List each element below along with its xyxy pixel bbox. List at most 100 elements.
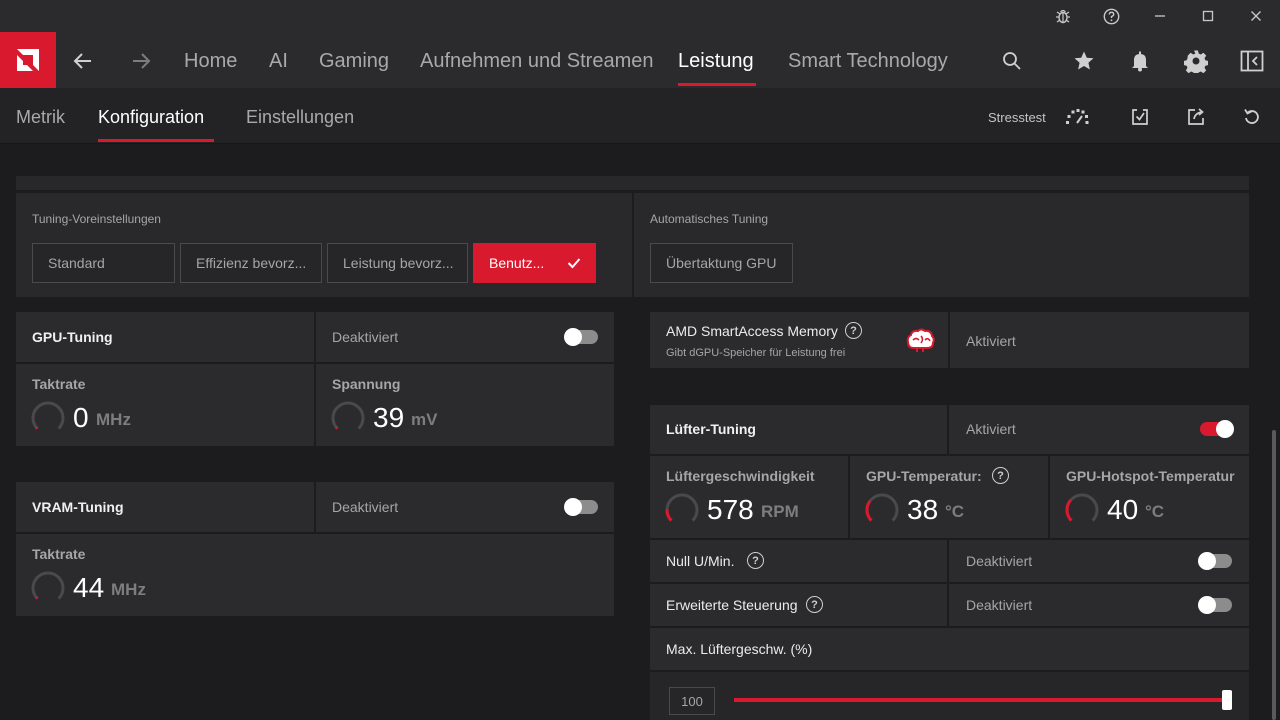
gpu-temp-unit: °C (945, 502, 965, 521)
vram-clock-unit: MHz (111, 580, 146, 599)
gpu-tuning-status: Deaktiviert (332, 329, 399, 345)
title-bar (0, 0, 1280, 32)
back-arrow-icon[interactable] (68, 46, 98, 76)
stresstest-label[interactable]: Stresstest (988, 110, 1046, 125)
export-profile-icon[interactable] (1181, 102, 1211, 132)
gauge-track (865, 493, 899, 522)
notifications-bell-icon[interactable] (1125, 46, 1155, 76)
advanced-control-help-icon[interactable]: ? (806, 596, 823, 613)
max-fan-speed-slider-thumb[interactable] (1222, 690, 1232, 710)
gauge-fill (335, 426, 339, 430)
gauge-track (331, 401, 365, 430)
preset-custom-label: Benutz... (489, 255, 545, 271)
gauge-track (31, 401, 65, 430)
gpu-voltage-value: 39 (373, 402, 405, 433)
stresstest-gauge-icon[interactable] (1062, 102, 1092, 132)
hotspot-temp-value: 40 (1107, 494, 1139, 525)
gauge-fill (1065, 499, 1073, 522)
collapsed-panel-edge (16, 176, 1249, 190)
gauge-track (31, 571, 65, 600)
gauge-fill (35, 596, 39, 600)
tab-performance[interactable]: Leistung (678, 50, 754, 73)
gpu-clock-value: 0 (73, 402, 89, 433)
gauge-fill (35, 426, 39, 430)
gauge-track (665, 493, 699, 522)
hotspot-temp-label: GPU-Hotspot-Temperatur (1066, 468, 1235, 484)
content-scrollbar[interactable] (1272, 430, 1276, 720)
preset-custom-button[interactable]: Benutz... (473, 243, 596, 283)
subtab-configuration[interactable]: Konfiguration (98, 107, 204, 128)
gauge-track (1065, 493, 1099, 522)
search-icon[interactable] (997, 46, 1027, 76)
gpu-voltage-gauge (331, 401, 365, 430)
check-icon (567, 256, 581, 273)
active-subtab-indicator (98, 139, 214, 142)
settings-gear-icon[interactable] (1181, 46, 1211, 76)
zero-rpm-status: Deaktiviert (966, 553, 1033, 569)
close-icon[interactable] (1242, 4, 1270, 28)
preset-performance-button[interactable]: Leistung bevorz... (327, 243, 468, 283)
sam-subtitle: Gibt dGPU-Speicher für Leistung frei (666, 347, 846, 359)
sidebar-panel-icon[interactable] (1237, 46, 1267, 76)
tab-ai[interactable]: AI (269, 50, 288, 73)
gpu-clock-gauge (31, 401, 65, 430)
sam-help-icon[interactable]: ? (845, 322, 862, 339)
brain-icon (906, 328, 936, 359)
vram-tuning-title: VRAM-Tuning (32, 499, 124, 515)
gpu-tuning-title: GPU-Tuning (32, 329, 113, 345)
amd-logo[interactable] (0, 32, 56, 88)
vram-tuning-toggle[interactable] (564, 498, 598, 516)
zero-rpm-help-icon[interactable]: ? (747, 552, 764, 569)
fan-speed-gauge (665, 493, 699, 522)
tab-smart-technology[interactable]: Smart Technology (788, 50, 948, 73)
tab-recording-streaming[interactable]: Aufnehmen und Streamen (420, 50, 654, 73)
preset-efficiency-button[interactable]: Effizienz bevorz... (180, 243, 322, 283)
advanced-control-label: Erweiterte Steuerung (666, 597, 798, 613)
fan-tuning-toggle[interactable] (1200, 420, 1234, 438)
vram-clock-value: 44 (73, 572, 105, 603)
minimize-icon[interactable] (1146, 4, 1174, 28)
hotspot-temp-gauge (1065, 493, 1099, 522)
fan-speed-unit: RPM (761, 502, 799, 521)
gpu-overclock-button[interactable]: Übertaktung GPU (650, 243, 793, 283)
reset-icon[interactable] (1237, 102, 1267, 132)
import-profile-icon[interactable] (1125, 102, 1155, 132)
preset-standard-button[interactable]: Standard (32, 243, 175, 283)
tab-gaming[interactable]: Gaming (319, 50, 389, 73)
gpu-temp-value: 38 (907, 494, 939, 525)
auto-tuning-title: Automatisches Tuning (650, 212, 769, 226)
max-fan-speed-slider[interactable] (734, 690, 1232, 710)
hotspot-temp-unit: °C (1145, 502, 1165, 521)
zero-rpm-label: Null U/Min. (666, 553, 735, 569)
fan-tuning-status: Aktiviert (966, 421, 1016, 437)
fan-tuning-title: Lüfter-Tuning (666, 421, 756, 437)
gpu-tuning-toggle[interactable] (564, 328, 598, 346)
help-icon[interactable] (1097, 4, 1125, 28)
advanced-control-status: Deaktiviert (966, 597, 1033, 613)
tuning-presets-title: Tuning-Voreinstellungen (32, 212, 161, 226)
vram-clock-label: Taktrate (32, 546, 86, 562)
subtab-metrics[interactable]: Metrik (16, 107, 65, 128)
zero-rpm-toggle[interactable] (1198, 552, 1232, 570)
sam-title: AMD SmartAccess Memory (666, 323, 838, 339)
gauge-fill (665, 508, 673, 522)
favorites-star-icon[interactable] (1069, 46, 1099, 76)
tab-home[interactable]: Home (184, 50, 237, 73)
maximize-icon[interactable] (1194, 4, 1222, 28)
sam-info-cell (650, 312, 948, 368)
gpu-clock-unit: MHz (96, 410, 131, 429)
bug-report-icon[interactable] (1049, 4, 1077, 28)
max-fan-speed-input[interactable]: 100 (669, 687, 715, 715)
forward-arrow-icon[interactable] (126, 46, 156, 76)
fan-speed-label: Lüftergeschwindigkeit (666, 468, 815, 484)
vram-clock-cell (16, 534, 614, 616)
advanced-control-toggle[interactable] (1198, 596, 1232, 614)
gauge-fill (865, 500, 873, 522)
active-tab-indicator (678, 83, 756, 86)
gpu-voltage-unit: mV (411, 410, 438, 429)
vram-clock-gauge (31, 571, 65, 600)
subtab-settings[interactable]: Einstellungen (246, 107, 354, 128)
gpu-temp-help-icon[interactable]: ? (992, 467, 1009, 484)
gpu-temp-gauge (865, 493, 899, 522)
max-fan-speed-label: Max. Lüftergeschw. (%) (666, 641, 813, 657)
